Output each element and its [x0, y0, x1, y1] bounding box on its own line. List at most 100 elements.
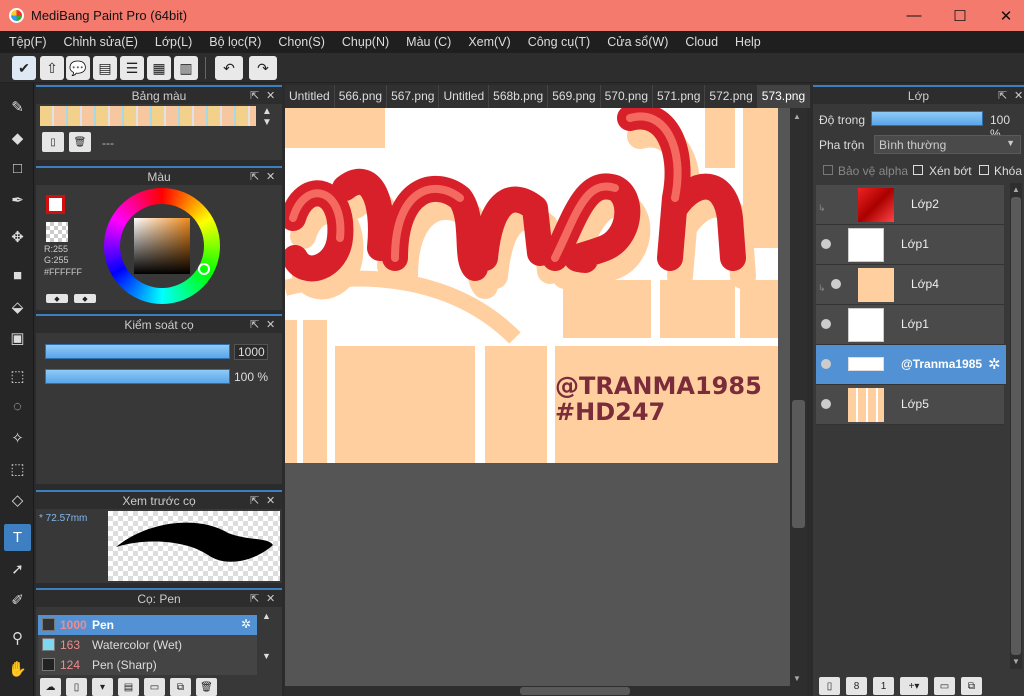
layer-row[interactable]: Lớp1 — [816, 305, 1004, 345]
scroll-up-icon[interactable]: ▲ — [1012, 185, 1020, 194]
panel-close-icon[interactable]: ✕ — [266, 87, 275, 106]
undock-icon[interactable]: ⇱ — [250, 590, 259, 609]
cloud-brush-icon[interactable]: ☁ — [40, 678, 61, 696]
horizontal-scroll-thumb[interactable] — [520, 687, 630, 695]
brush-props-icon[interactable]: ▤ — [118, 678, 139, 696]
operation-tool-icon[interactable]: ➚ — [4, 555, 31, 582]
tab-571[interactable]: 571.png — [653, 85, 706, 108]
vertical-scroll-thumb[interactable] — [792, 400, 805, 528]
new-brush-icon[interactable]: ▯ — [66, 678, 87, 696]
new-layer-icon[interactable]: ▯ — [819, 677, 840, 695]
visibility-eye-icon[interactable] — [821, 359, 831, 369]
divide-tool-icon[interactable]: ✐ — [4, 586, 31, 613]
brush-list-scroll[interactable]: ▲ ▼ — [262, 611, 271, 661]
menu-layer[interactable]: Lớp(L) — [146, 35, 200, 49]
tab-untitled-2[interactable]: Untitled — [439, 85, 490, 108]
new-palette-icon[interactable]: ▯ — [42, 132, 64, 152]
document-icon[interactable]: ☰ — [120, 56, 144, 80]
protect-alpha-checkbox[interactable] — [823, 165, 833, 175]
visibility-eye-icon[interactable] — [821, 319, 831, 329]
palette-scroll[interactable]: ▲ ▼ — [262, 106, 272, 128]
layer-row[interactable]: Lớp5 — [816, 385, 1004, 425]
scroll-down-icon[interactable]: ▼ — [1012, 657, 1020, 666]
canvas-horizontal-scrollbar[interactable] — [285, 686, 807, 696]
layer-settings-icon[interactable]: ✲ — [988, 355, 1001, 373]
menu-view[interactable]: Xem(V) — [459, 35, 518, 49]
text-tool-icon[interactable]: T — [4, 524, 31, 551]
scroll-down-icon[interactable]: ▼ — [793, 674, 801, 683]
panel-close-icon[interactable]: ✕ — [266, 168, 275, 187]
canvas-vertical-scrollbar[interactable]: ▲ ▼ — [790, 108, 807, 686]
panel-close-icon[interactable]: ✕ — [266, 590, 275, 609]
layer-row[interactable]: ↳ Lớp4 — [816, 265, 1004, 305]
blend-mode-select[interactable]: Bình thường ▼ — [874, 135, 1021, 154]
move-tool-icon[interactable]: ✥ — [4, 223, 31, 250]
artwork-canvas[interactable]: @TRANMA1985 #HD247 — [285, 108, 778, 463]
fill-rect-tool-icon[interactable]: ■ — [4, 262, 31, 289]
undock-icon[interactable]: ⇱ — [250, 87, 259, 106]
panel-close-icon[interactable]: ✕ — [1014, 87, 1023, 106]
tab-566[interactable]: 566.png — [334, 85, 388, 108]
brush-item-watercolor[interactable]: 163 Watercolor (Wet) — [38, 635, 257, 655]
list-icon[interactable]: ▦ — [147, 56, 171, 80]
canvas-area[interactable]: @TRANMA1985 #HD247 — [285, 108, 790, 686]
brush-item-pen[interactable]: 1000 Pen ✲ — [38, 615, 257, 635]
brush-item-pen-sharp[interactable]: 124 Pen (Sharp) — [38, 655, 257, 675]
layer-row[interactable]: ↳ Lớp2 — [816, 185, 1004, 225]
pen-tool-icon[interactable]: ✒ — [4, 186, 31, 213]
duplicate-brush-icon[interactable]: ⧉ — [170, 678, 191, 696]
transparent-color-swatch[interactable] — [46, 222, 68, 242]
hand-tool-icon[interactable]: ✋ — [4, 655, 31, 682]
menu-file[interactable]: Tệp(F) — [0, 35, 55, 49]
tab-569[interactable]: 569.png — [548, 85, 601, 108]
menu-snap[interactable]: Chụp(N) — [333, 35, 397, 49]
scroll-up-icon[interactable]: ▲ — [793, 112, 801, 121]
undock-icon[interactable]: ⇱ — [250, 168, 259, 187]
color-mode-button[interactable]: ◆ — [46, 294, 68, 303]
bucket-tool-icon[interactable]: ⬙ — [4, 293, 31, 320]
visibility-eye-icon[interactable] — [831, 279, 841, 289]
close-button[interactable]: ✕ — [983, 0, 1024, 31]
duplicate-layer-icon[interactable]: ⧉ — [961, 677, 982, 695]
maximize-button[interactable]: ☐ — [937, 0, 983, 31]
panel-close-icon[interactable]: ✕ — [266, 316, 275, 335]
menu-window[interactable]: Cửa sổ(W) — [598, 35, 676, 49]
menu-edit[interactable]: Chỉnh sửa(E) — [55, 35, 146, 49]
menu-help[interactable]: Help — [726, 35, 769, 49]
undo-icon[interactable]: ↶ — [215, 56, 243, 80]
color-swap-button[interactable]: ◆ — [74, 294, 96, 303]
magic-wand-tool-icon[interactable]: ✧ — [4, 424, 31, 451]
gradient-tool-icon[interactable]: ▣ — [4, 324, 31, 351]
brush-size-value[interactable]: 1000 — [234, 344, 268, 360]
new-8bit-layer-icon[interactable]: 8 — [846, 677, 867, 695]
undock-icon[interactable]: ⇱ — [250, 492, 259, 511]
comment-icon[interactable]: ▤ — [93, 56, 117, 80]
menu-select[interactable]: Chọn(S) — [269, 35, 333, 49]
select-eraser-tool-icon[interactable]: ◇ — [4, 486, 31, 513]
minimize-button[interactable]: — — [891, 0, 937, 31]
panel-close-icon[interactable]: ✕ — [266, 492, 275, 511]
brush-size-slider[interactable] — [45, 344, 230, 359]
tab-570[interactable]: 570.png — [600, 85, 653, 108]
eyedropper-tool-icon[interactable]: ⚲ — [4, 624, 31, 651]
menu-cloud[interactable]: Cloud — [676, 35, 726, 49]
foreground-color-swatch[interactable] — [46, 195, 65, 214]
hue-handle[interactable] — [198, 263, 210, 275]
clip-checkbox[interactable] — [913, 165, 923, 175]
select-rect-tool-icon[interactable]: ⬚ — [4, 362, 31, 389]
layer-scroll-thumb[interactable] — [1011, 197, 1021, 655]
tab-568b[interactable]: 568b.png — [489, 85, 549, 108]
menu-filter[interactable]: Bộ lọc(R) — [200, 35, 269, 49]
add-layer-dropdown-icon[interactable]: +▾ — [900, 677, 928, 695]
checklist-icon[interactable]: ▥ — [174, 56, 198, 80]
undock-icon[interactable]: ⇱ — [998, 87, 1007, 106]
layer-scrollbar[interactable]: ▲ ▼ — [1010, 183, 1022, 669]
add-brush-icon[interactable]: ▾ — [92, 678, 113, 696]
cloud-save-icon[interactable]: ✔ — [12, 56, 36, 80]
saturation-square[interactable] — [134, 218, 190, 274]
speech-bubble-icon[interactable]: 💬 — [66, 56, 90, 80]
brush-tool-icon[interactable]: ✎ — [4, 93, 31, 120]
redo-icon[interactable]: ↷ — [249, 56, 277, 80]
layer-folder-icon[interactable]: ▭ — [934, 677, 955, 695]
layer-row-selected[interactable]: @Tranma1985 ✲ — [816, 345, 1006, 385]
